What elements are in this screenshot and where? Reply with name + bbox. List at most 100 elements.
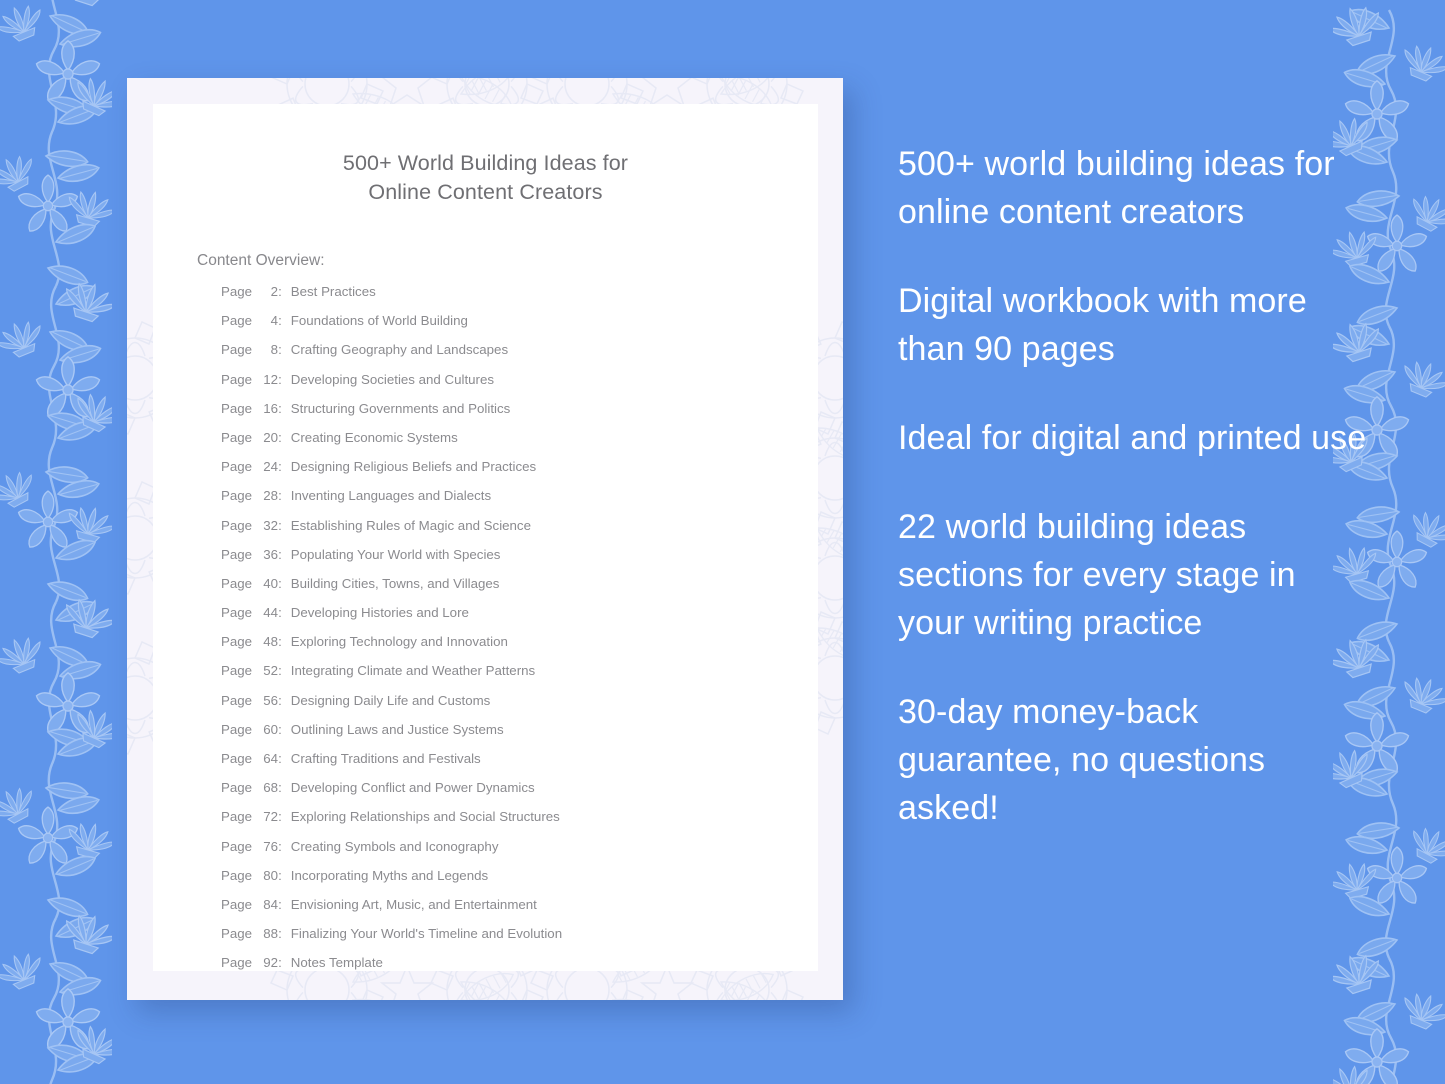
- table-of-contents-row: Page 8: Crafting Geography and Landscapes: [221, 342, 818, 371]
- toc-colon: :: [278, 896, 282, 912]
- toc-section-title: Notes Template: [290, 955, 383, 971]
- content-overview-label: Content Overview:: [197, 252, 325, 269]
- table-of-contents-row: Page 64: Crafting Traditions and Festivals: [221, 751, 818, 780]
- document-card: 500+ World Building Ideas for Online Con…: [127, 78, 843, 1000]
- toc-section-title: Designing Religious Beliefs and Practice…: [290, 459, 537, 475]
- table-of-contents-row: Page 84: Envisioning Art, Music, and Enter…: [221, 897, 818, 926]
- toc-colon: :: [278, 634, 282, 650]
- toc-page-number: 32: [263, 517, 279, 533]
- toc-page-number: 84: [263, 896, 279, 912]
- toc-section-title: Building Cities, Towns, and Villages: [290, 575, 500, 591]
- toc-colon: :: [278, 459, 282, 475]
- marketing-bullet: Ideal for digital and printed use: [898, 419, 1367, 457]
- toc-page-number: 92: [263, 955, 279, 971]
- toc-section-title: Exploring Technology and Innovation: [290, 634, 508, 650]
- toc-section-title: Outlining Laws and Justice Systems: [290, 721, 504, 737]
- table-of-contents-row: Page 48: Exploring Technology and Innovati…: [221, 634, 818, 663]
- toc-colon: :: [278, 955, 282, 971]
- table-of-contents-row: Page 76: Creating Symbols and Iconography: [221, 839, 818, 868]
- toc-page-number: 8: [270, 342, 279, 358]
- toc-page-word: Page: [221, 751, 253, 766]
- toc-section-title: Developing Societies and Cultures: [290, 371, 495, 387]
- toc-colon: :: [278, 867, 282, 883]
- floral-vine-border-icon: [0, 0, 112, 1084]
- toc-section-title: Best Practices: [290, 284, 376, 299]
- toc-section-title: Populating Your World with Species: [290, 546, 501, 562]
- toc-page-word: Page: [221, 284, 253, 299]
- table-of-contents-row: Page 44: Developing Histories and Lore: [221, 605, 818, 634]
- table-of-contents-row: Page 92: Notes Template: [221, 955, 818, 971]
- toc-page-word: Page: [221, 429, 253, 445]
- toc-page-word: Page: [221, 517, 253, 533]
- toc-page-word: Page: [221, 371, 253, 387]
- toc-page-number: 52: [263, 663, 279, 679]
- toc-colon: :: [278, 400, 282, 416]
- toc-colon: :: [278, 663, 282, 679]
- toc-page-number: 24: [263, 459, 279, 475]
- table-of-contents-row: Page 72: Exploring Relationships and Socia…: [221, 809, 818, 838]
- toc-page-word: Page: [221, 692, 253, 708]
- table-of-contents-row: Page 12: Developing Societies and Cultures: [221, 372, 818, 401]
- toc-page-word: Page: [221, 575, 253, 591]
- marketing-bullet: 22 world building ideas sections for eve…: [898, 508, 1296, 642]
- toc-page-word: Page: [221, 459, 253, 475]
- toc-page-number: 28: [263, 488, 279, 504]
- toc-colon: :: [278, 605, 282, 621]
- toc-page-word: Page: [221, 838, 253, 854]
- toc-section-title: Establishing Rules of Magic and Science: [290, 517, 531, 533]
- table-of-contents-row: Page 56: Designing Daily Life and Customs: [221, 693, 818, 722]
- table-of-contents-row: Page 40: Building Cities, Towns, and Villa…: [221, 576, 818, 605]
- toc-page-number: 80: [263, 867, 279, 883]
- toc-page-number: 88: [263, 926, 279, 942]
- toc-colon: :: [278, 517, 282, 533]
- table-of-contents-row: Page 36: Populating Your World with Specie…: [221, 547, 818, 576]
- toc-colon: :: [278, 838, 282, 854]
- page-title-line-1: 500+ World Building Ideas for: [342, 151, 629, 175]
- table-of-contents-row: Page 16: Structuring Governments and Polit…: [221, 401, 818, 430]
- toc-page-number: 68: [263, 780, 279, 796]
- toc-page-number: 12: [263, 371, 279, 387]
- toc-section-title: Envisioning Art, Music, and Entertainmen…: [290, 896, 537, 912]
- table-of-contents-row: Page 24: Designing Religious Beliefs and P…: [221, 459, 818, 488]
- toc-page-number: 72: [263, 809, 279, 825]
- table-of-contents-row: Page 32: Establishing Rules of Magic and S…: [221, 518, 818, 547]
- toc-colon: :: [278, 546, 282, 562]
- toc-page-number: 36: [263, 546, 279, 562]
- toc-page-number: 2: [270, 284, 279, 299]
- toc-page-number: 56: [263, 692, 279, 708]
- toc-section-title: Foundations of World Building: [290, 313, 468, 329]
- table-of-contents-row: Page 2: Best Practices: [221, 284, 818, 313]
- table-of-contents-row: Page 68: Developing Conflict and Power Dyn…: [221, 780, 818, 809]
- toc-page-number: 44: [263, 605, 279, 621]
- toc-section-title: Inventing Languages and Dialects: [290, 488, 492, 504]
- toc-section-title: Developing Conflict and Power Dynamics: [290, 780, 535, 796]
- toc-colon: :: [278, 780, 282, 796]
- toc-colon: :: [278, 575, 282, 591]
- toc-page-word: Page: [221, 809, 253, 825]
- toc-page-number: 64: [263, 751, 279, 766]
- toc-colon: :: [278, 313, 282, 329]
- toc-page-word: Page: [221, 780, 253, 796]
- toc-page-word: Page: [221, 663, 253, 679]
- toc-section-title: Designing Daily Life and Customs: [290, 692, 491, 708]
- toc-section-title: Exploring Relationships and Social Struc…: [290, 809, 560, 825]
- toc-colon: :: [278, 342, 282, 358]
- toc-section-title: Finalizing Your World's Timeline and Evo…: [290, 926, 563, 942]
- toc-page-number: 16: [263, 400, 279, 416]
- page-title: 500+ World Building Ideas for Online Con…: [153, 149, 818, 207]
- marketing-bullet: Digital workbook with more than 90 pages: [898, 282, 1307, 368]
- document-page: 500+ World Building Ideas for Online Con…: [153, 104, 818, 971]
- table-of-contents-row: Page 28: Inventing Languages and Dialects: [221, 488, 818, 517]
- toc-page-word: Page: [221, 313, 253, 329]
- left-floral-border: [0, 0, 112, 1084]
- toc-colon: :: [278, 371, 282, 387]
- page-title-line-2: Online Content Creators: [368, 180, 603, 204]
- toc-page-number: 40: [263, 575, 279, 591]
- toc-section-title: Creating Symbols and Iconography: [290, 838, 499, 854]
- toc-page-word: Page: [221, 546, 253, 562]
- toc-section-title: Structuring Governments and Politics: [290, 400, 511, 416]
- toc-section-title: Crafting Traditions and Festivals: [290, 751, 481, 766]
- table-of-contents-row: Page 60: Outlining Laws and Justice System…: [221, 722, 818, 751]
- toc-colon: :: [278, 429, 282, 445]
- toc-page-word: Page: [221, 400, 253, 416]
